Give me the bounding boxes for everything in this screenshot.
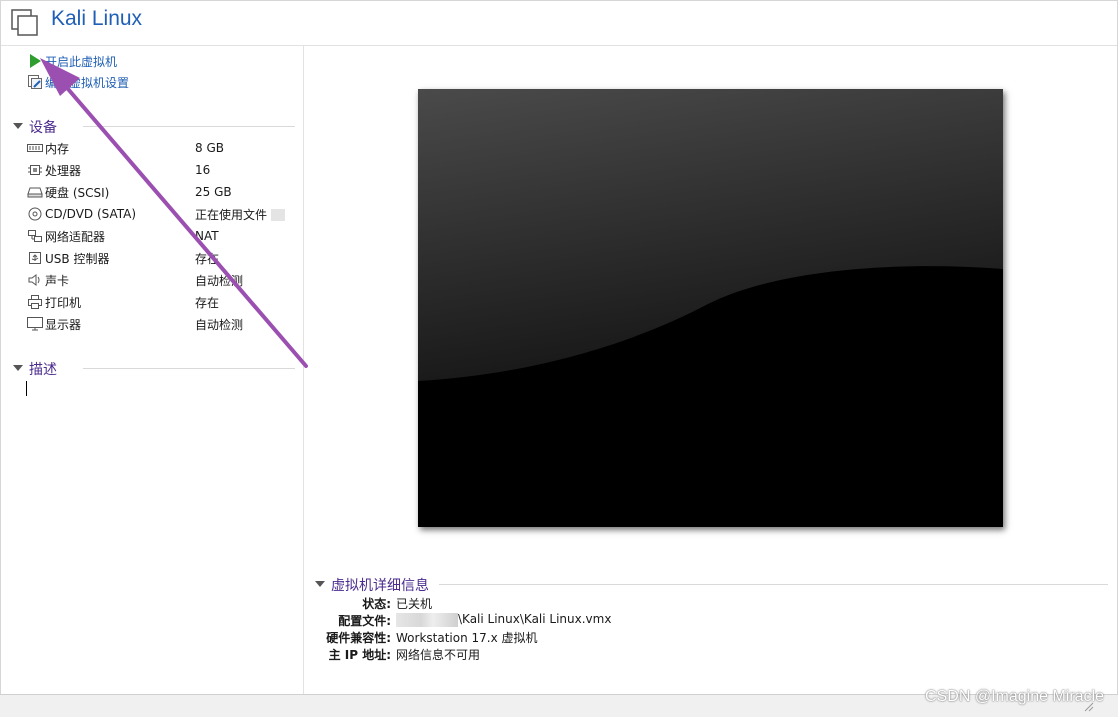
- cpu-icon: [27, 163, 43, 177]
- collapse-triangle-icon[interactable]: [13, 365, 23, 371]
- detail-row-hardware-compat: 硬件兼容性: Workstation 17.x 虚拟机: [313, 629, 913, 646]
- description-section-title: 描述: [29, 362, 57, 378]
- vm-screen-preview[interactable]: [418, 89, 1003, 527]
- vmware-vm-page: Kali Linux 开启此虚拟机 编辑虚拟机设置 设备 内存 8 GB 处理器…: [0, 0, 1118, 716]
- device-row-printer[interactable]: 打印机 存在: [27, 292, 297, 312]
- device-value: NAT: [195, 229, 219, 243]
- device-row-usb[interactable]: USB 控制器 存在: [27, 248, 297, 268]
- play-icon: [27, 53, 43, 69]
- watermark: CSDN @Imagine Miracle: [925, 688, 1104, 705]
- vm-title: Kali Linux: [51, 7, 143, 30]
- device-name: 打印机: [45, 295, 82, 310]
- device-row-cd-dvd[interactable]: CD/DVD (SATA) 正在使用文件: [27, 204, 297, 224]
- hard-disk-icon: [27, 185, 43, 199]
- devices-section-title: 设备: [29, 120, 57, 136]
- device-row-hard-disk[interactable]: 硬盘 (SCSI) 25 GB: [27, 182, 297, 202]
- device-name: 显示器: [45, 317, 82, 332]
- network-adapter-icon: [27, 229, 43, 243]
- left-panel: 开启此虚拟机 编辑虚拟机设置 设备 内存 8 GB 处理器 16 硬盘 (SCS…: [1, 46, 304, 694]
- edit-settings-label: 编辑虚拟机设置: [45, 75, 130, 90]
- detail-value: 网络信息不可用: [396, 648, 481, 662]
- devices-section-header[interactable]: 设备: [13, 116, 295, 136]
- detail-row-primary-ip: 主 IP 地址: 网络信息不可用: [313, 646, 913, 663]
- detail-value: Workstation 17.x 虚拟机: [396, 631, 538, 645]
- description-section-header[interactable]: 描述: [13, 358, 295, 378]
- detail-value: \Kali Linux\Kali Linux.vmx: [396, 612, 611, 627]
- detail-key: 状态:: [362, 597, 391, 611]
- device-name: 处理器: [45, 163, 82, 178]
- usb-icon: [27, 251, 43, 265]
- device-name: CD/DVD (SATA): [45, 207, 137, 221]
- detail-key: 硬件兼容性:: [326, 631, 391, 645]
- detail-row-config-file: 配置文件: \Kali Linux\Kali Linux.vmx: [313, 612, 913, 629]
- device-row-sound[interactable]: 声卡 自动检测: [27, 270, 297, 290]
- device-value: 8 GB: [195, 141, 224, 155]
- device-row-processor[interactable]: 处理器 16: [27, 160, 297, 180]
- redacted-path: [396, 612, 458, 627]
- device-row-display[interactable]: 显示器 自动检测: [27, 314, 297, 334]
- power-on-vm-link[interactable]: 开启此虚拟机: [27, 52, 117, 70]
- vm-details-title: 虚拟机详细信息: [331, 578, 429, 594]
- collapse-triangle-icon[interactable]: [13, 123, 23, 129]
- device-row-memory[interactable]: 内存 8 GB: [27, 138, 297, 158]
- device-value: 存在: [195, 295, 220, 310]
- vm-details-section-header[interactable]: 虚拟机详细信息: [313, 574, 1108, 594]
- vm-tab-header: Kali Linux: [1, 1, 1117, 46]
- section-divider: [83, 126, 295, 127]
- device-row-network[interactable]: 网络适配器 NAT: [27, 226, 297, 246]
- printer-icon: [27, 295, 43, 309]
- detail-value: 已关机: [396, 597, 433, 611]
- cd-dvd-icon: [27, 207, 43, 221]
- section-divider: [83, 368, 295, 369]
- detail-key: 配置文件:: [338, 614, 391, 628]
- preview-thumbnail: [418, 89, 1003, 527]
- device-value: 存在: [195, 251, 220, 266]
- section-divider: [439, 584, 1108, 585]
- device-name: 硬盘 (SCSI): [45, 185, 110, 200]
- detail-row-state: 状态: 已关机: [313, 595, 913, 612]
- device-value: 自动检测: [195, 273, 244, 288]
- device-value: 25 GB: [195, 185, 232, 199]
- device-value: 自动检测: [195, 317, 244, 332]
- edit-vm-settings-link[interactable]: 编辑虚拟机设置: [27, 73, 129, 91]
- monitor-icon: [27, 317, 43, 331]
- memory-icon: [27, 141, 43, 155]
- collapse-triangle-icon[interactable]: [315, 581, 325, 587]
- power-on-label: 开启此虚拟机: [45, 54, 118, 69]
- description-text-caret[interactable]: [26, 381, 27, 396]
- device-value: 16: [195, 163, 211, 177]
- device-value: 正在使用文件: [195, 206, 291, 223]
- device-name: 网络适配器: [45, 229, 106, 244]
- sound-icon: [27, 273, 43, 287]
- device-name: 内存: [45, 141, 70, 156]
- edit-settings-icon: [27, 74, 43, 90]
- device-name: USB 控制器: [45, 251, 110, 266]
- device-name: 声卡: [45, 273, 70, 288]
- detail-key: 主 IP 地址:: [328, 648, 391, 662]
- virtual-machine-icon: [11, 9, 38, 36]
